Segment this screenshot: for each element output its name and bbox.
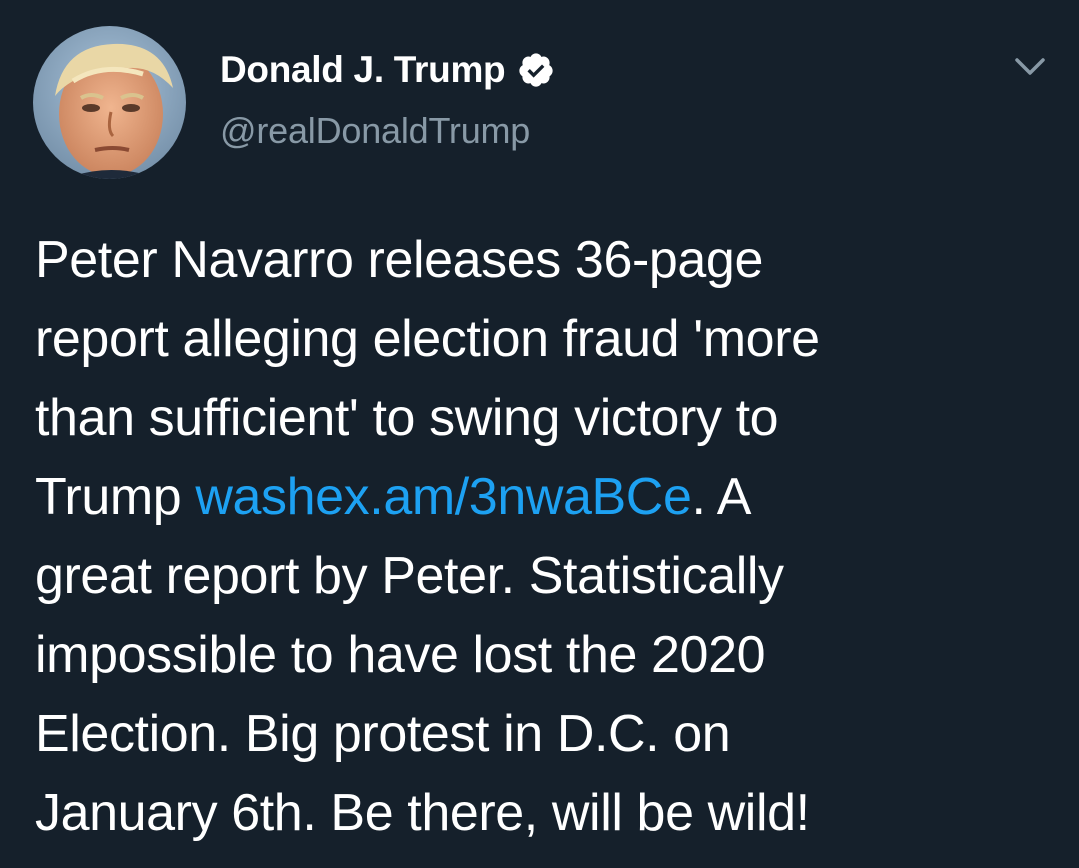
tweet-text-line: January 6th. Be there, will be wild! xyxy=(35,784,810,842)
tweet-text-line: great report by Peter. Statistically xyxy=(35,547,784,605)
author-display-name[interactable]: Donald J. Trump xyxy=(220,49,506,91)
tweet-card: Donald J. Trump @realDonaldTrump Peter N… xyxy=(0,0,1079,868)
tweet-text-segment: . A xyxy=(691,468,751,526)
name-row: Donald J. Trump xyxy=(220,44,555,96)
author-handle[interactable]: @realDonaldTrump xyxy=(220,110,555,152)
author-info: Donald J. Trump @realDonaldTrump xyxy=(220,44,555,152)
tweet-text-segment: Trump xyxy=(35,468,196,526)
tweet-text: Peter Navarro releases 36-page report al… xyxy=(35,221,1055,853)
avatar-photo-icon xyxy=(33,26,186,179)
tweet-text-line: report alleging election fraud 'more xyxy=(35,310,820,368)
tweet-text-line: than sufficient' to swing victory to xyxy=(35,389,779,447)
tweet-text-line: Election. Big protest in D.C. on xyxy=(35,705,731,763)
tweet-text-line: Peter Navarro releases 36-page xyxy=(35,231,763,289)
verified-badge-icon xyxy=(517,51,555,89)
chevron-down-icon[interactable] xyxy=(1013,54,1047,80)
tweet-text-line: Trump washex.am/3nwaBCe. A xyxy=(35,458,1055,537)
tweet-text-line: impossible to have lost the 2020 xyxy=(35,626,766,684)
author-avatar[interactable] xyxy=(33,26,186,179)
tweet-link[interactable]: washex.am/3nwaBCe xyxy=(195,468,692,526)
